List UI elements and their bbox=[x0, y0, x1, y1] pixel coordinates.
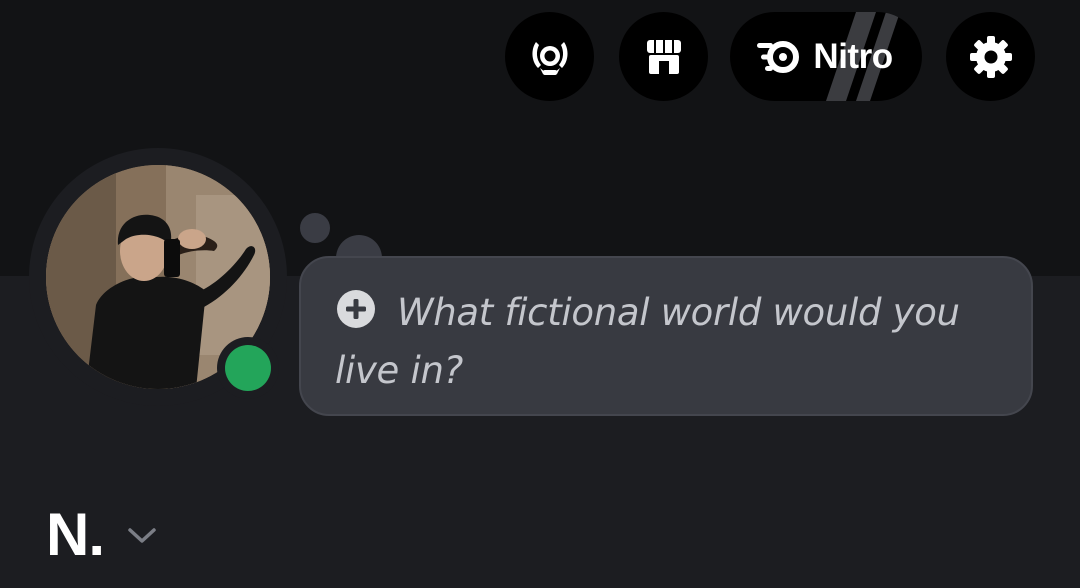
online-status-indicator bbox=[217, 337, 279, 399]
thought-bubble-dot-small bbox=[298, 211, 332, 245]
custom-status-bubble[interactable]: What fictional world would you live in? bbox=[299, 256, 1033, 416]
shop-storefront-icon bbox=[646, 39, 681, 74]
custom-status-prompt: What fictional world would you live in? bbox=[335, 284, 997, 400]
nitro-icon bbox=[757, 40, 800, 73]
display-name: N. bbox=[46, 501, 105, 568]
display-name-row[interactable]: N. bbox=[46, 500, 158, 569]
quests-laurel-icon bbox=[531, 41, 568, 75]
nitro-content: Nitro bbox=[755, 37, 896, 77]
quests-button[interactable] bbox=[505, 12, 594, 101]
custom-status-placeholder: What fictional world would you live in? bbox=[335, 291, 960, 392]
settings-button[interactable] bbox=[946, 12, 1035, 101]
chevron-down-icon bbox=[128, 527, 156, 543]
nitro-button[interactable]: Nitro bbox=[730, 12, 922, 101]
gear-icon bbox=[969, 35, 1012, 78]
online-status-dot bbox=[225, 345, 271, 391]
profile-screen: Nitro What fictional world would you liv… bbox=[0, 0, 1080, 588]
shop-button[interactable] bbox=[619, 12, 708, 101]
nitro-label: Nitro bbox=[813, 36, 893, 76]
plus-circle-icon bbox=[335, 289, 381, 329]
